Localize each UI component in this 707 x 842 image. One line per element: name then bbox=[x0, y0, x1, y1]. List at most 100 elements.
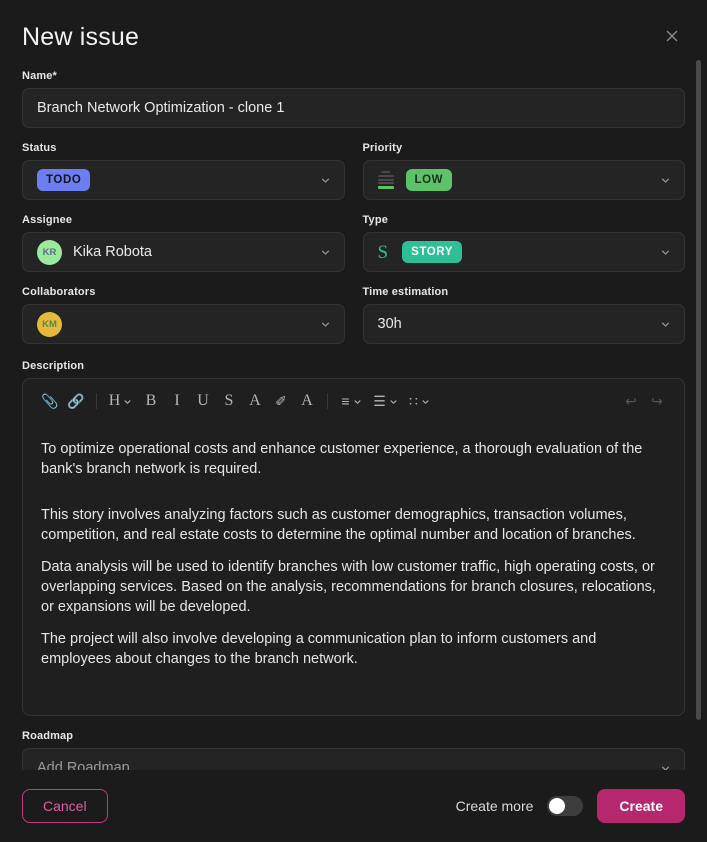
page-title: New issue bbox=[22, 23, 140, 51]
avatar: KR bbox=[37, 239, 62, 265]
field-time-estimation: Time estimation 30h bbox=[362, 286, 685, 344]
highlighter-icon[interactable]: ✐ bbox=[268, 387, 294, 415]
priority-bars-icon bbox=[377, 171, 394, 189]
font-color-icon[interactable]: A bbox=[294, 387, 320, 415]
toggle-knob bbox=[549, 798, 566, 814]
grid-icon-glyph: ∷ bbox=[409, 393, 418, 409]
description-text-area[interactable]: To optimize operational costs and enhanc… bbox=[23, 423, 684, 715]
field-priority: Priority LOW bbox=[362, 142, 685, 200]
field-collaborators: Collaborators KM bbox=[22, 286, 345, 344]
vertical-scrollbar[interactable] bbox=[695, 52, 701, 770]
status-badge: TODO bbox=[37, 169, 91, 191]
text-color-icon-glyph: A bbox=[249, 392, 261, 409]
redo-icon-glyph: ↪ bbox=[651, 393, 663, 409]
strikethrough-icon-glyph: S bbox=[224, 392, 234, 409]
description-label: Description bbox=[22, 360, 85, 372]
type-select[interactable]: S STORY bbox=[362, 232, 685, 272]
redo-icon[interactable]: ↪ bbox=[644, 387, 670, 415]
avatar: KM bbox=[37, 311, 62, 337]
italic-icon[interactable]: I bbox=[164, 387, 190, 415]
description-paragraph: Data analysis will be used to identify b… bbox=[41, 559, 656, 615]
attach-icon[interactable]: 📎 bbox=[37, 387, 63, 415]
story-letter-icon: S bbox=[377, 241, 389, 263]
chevron-down-icon bbox=[319, 174, 332, 187]
priority-badge: LOW bbox=[405, 169, 453, 191]
scrollbar-thumb[interactable] bbox=[696, 60, 701, 720]
chevron-down-icon bbox=[659, 246, 672, 259]
chevron-down-icon bbox=[352, 396, 363, 407]
undo-icon-glyph: ↩ bbox=[625, 393, 637, 409]
roadmap-select[interactable]: Add Roadmap bbox=[22, 748, 685, 770]
field-description: Description 📎 🔗 H B I U S A ✐ A ≡ ☰ ∷ ↩ ↪ To optimize … bbox=[22, 360, 685, 716]
chevron-down-icon bbox=[122, 396, 133, 407]
assignee-label: Assignee bbox=[22, 214, 73, 226]
create-more-label: Create more bbox=[455, 798, 534, 814]
strikethrough-icon[interactable]: S bbox=[216, 387, 242, 415]
time-estimation-select[interactable]: 30h bbox=[362, 304, 685, 344]
underline-icon-glyph: U bbox=[197, 392, 209, 409]
priority-select[interactable]: LOW bbox=[362, 160, 685, 200]
type-badge: STORY bbox=[402, 241, 463, 263]
modal-header: New issue bbox=[0, 0, 707, 52]
close-icon[interactable] bbox=[661, 25, 683, 47]
toolbar-separator bbox=[327, 393, 328, 409]
undo-icon[interactable]: ↩ bbox=[618, 387, 644, 415]
roadmap-placeholder: Add Roadmap bbox=[37, 760, 130, 770]
create-more-toggle[interactable] bbox=[547, 796, 584, 816]
align-icon-glyph: ≡ bbox=[341, 393, 350, 409]
align-icon[interactable]: ≡ bbox=[335, 387, 369, 415]
create-button[interactable]: Create bbox=[597, 789, 685, 823]
time-estimation-value: 30h bbox=[377, 316, 402, 332]
row-collaborators-time: Collaborators KM Time estimation 30h bbox=[22, 272, 685, 344]
assignee-value: Kika Robota bbox=[73, 244, 152, 260]
row-status-priority: Status TODO Priority LOW bbox=[22, 128, 685, 200]
footer-actions: Create more Create bbox=[456, 789, 685, 823]
underline-icon[interactable]: U bbox=[190, 387, 216, 415]
row-assignee-type: Assignee KR Kika Robota Type S STORY bbox=[22, 200, 685, 272]
assignee-select[interactable]: KR Kika Robota bbox=[22, 232, 345, 272]
collaborators-label: Collaborators bbox=[22, 286, 96, 298]
text-color-icon[interactable]: A bbox=[242, 387, 268, 415]
bold-icon[interactable]: B bbox=[138, 387, 164, 415]
italic-icon-glyph: I bbox=[174, 392, 180, 409]
chevron-down-icon bbox=[659, 762, 672, 770]
modal-footer: Cancel Create more Create bbox=[0, 770, 707, 842]
list-icon-glyph: ☰ bbox=[373, 393, 386, 409]
field-type: Type S STORY bbox=[362, 214, 685, 272]
name-input[interactable]: Branch Network Optimization - clone 1 bbox=[22, 88, 685, 128]
description-paragraph: The project will also involve developing… bbox=[41, 631, 597, 667]
font-color-icon-glyph: A bbox=[301, 392, 313, 409]
type-label: Type bbox=[362, 214, 388, 226]
description-editor: 📎 🔗 H B I U S A ✐ A ≡ ☰ ∷ ↩ ↪ To optimize operational … bbox=[22, 378, 685, 716]
heading-icon-glyph: H bbox=[108, 392, 121, 409]
collaborators-select[interactable]: KM bbox=[22, 304, 345, 344]
field-status: Status TODO bbox=[22, 142, 345, 200]
chevron-down-icon bbox=[659, 318, 672, 331]
priority-label: Priority bbox=[362, 142, 403, 154]
field-roadmap: Roadmap Add Roadmap bbox=[22, 730, 685, 770]
time-estimation-label: Time estimation bbox=[362, 286, 449, 298]
field-assignee: Assignee KR Kika Robota bbox=[22, 214, 345, 272]
toolbar-separator bbox=[96, 393, 97, 409]
status-label: Status bbox=[22, 142, 57, 154]
chevron-down-icon bbox=[388, 396, 399, 407]
description-paragraph: This story involves analyzing factors su… bbox=[41, 507, 636, 543]
bold-icon-glyph: B bbox=[145, 392, 157, 409]
link-icon[interactable]: 🔗 bbox=[63, 387, 89, 415]
roadmap-label: Roadmap bbox=[22, 730, 74, 742]
grid-icon[interactable]: ∷ bbox=[403, 387, 437, 415]
attach-icon-glyph: 📎 bbox=[41, 393, 59, 409]
chevron-down-icon bbox=[319, 318, 332, 331]
name-label: Name* bbox=[22, 70, 57, 82]
highlighter-icon-glyph: ✐ bbox=[275, 393, 287, 409]
modal-body: Name* Branch Network Optimization - clon… bbox=[0, 52, 707, 770]
status-select[interactable]: TODO bbox=[22, 160, 345, 200]
cancel-button[interactable]: Cancel bbox=[22, 789, 108, 823]
chevron-down-icon bbox=[659, 174, 672, 187]
name-input-value: Branch Network Optimization - clone 1 bbox=[37, 100, 285, 116]
list-icon[interactable]: ☰ bbox=[369, 387, 403, 415]
editor-toolbar: 📎 🔗 H B I U S A ✐ A ≡ ☰ ∷ ↩ ↪ bbox=[23, 379, 684, 423]
link-icon-glyph: 🔗 bbox=[67, 393, 85, 409]
heading-icon[interactable]: H bbox=[104, 387, 138, 415]
field-name: Name* Branch Network Optimization - clon… bbox=[22, 70, 685, 128]
